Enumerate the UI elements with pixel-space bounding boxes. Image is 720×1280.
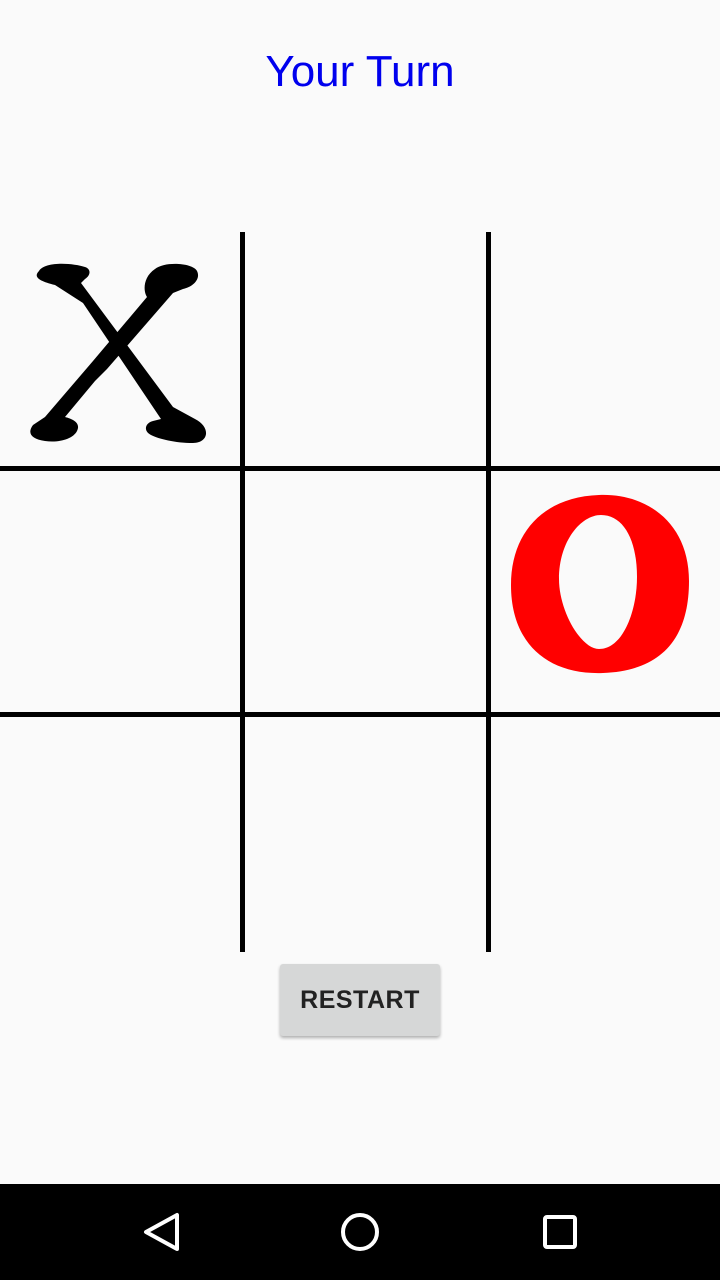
board-cell-r1-c1[interactable]	[245, 471, 486, 712]
board-cell-r2-c1[interactable]	[245, 717, 486, 952]
board-cell-r1-c0[interactable]	[0, 471, 240, 712]
nav-home-button[interactable]	[300, 1184, 420, 1280]
back-icon	[144, 1213, 179, 1251]
board-cell-r0-c0[interactable]	[0, 232, 240, 466]
game-screen: Your Turn RESTART	[0, 0, 720, 1280]
board-cell-r0-c1[interactable]	[245, 232, 486, 466]
o-mark	[511, 494, 689, 674]
nav-recents-button[interactable]	[500, 1184, 620, 1280]
turn-status-label: Your Turn	[265, 47, 455, 96]
home-icon	[341, 1213, 379, 1251]
board-cell-r2-c2[interactable]	[491, 717, 720, 952]
board-cell-r2-c0[interactable]	[0, 717, 240, 952]
board-cell-r0-c2[interactable]	[491, 232, 720, 466]
game-board	[0, 232, 720, 952]
system-nav-bar	[0, 1184, 720, 1280]
board-cell-r1-c2[interactable]	[491, 471, 720, 712]
x-mark	[30, 263, 207, 443]
recents-icon	[543, 1215, 577, 1249]
restart-button[interactable]: RESTART	[280, 964, 440, 1036]
nav-back-button[interactable]	[100, 1184, 220, 1280]
